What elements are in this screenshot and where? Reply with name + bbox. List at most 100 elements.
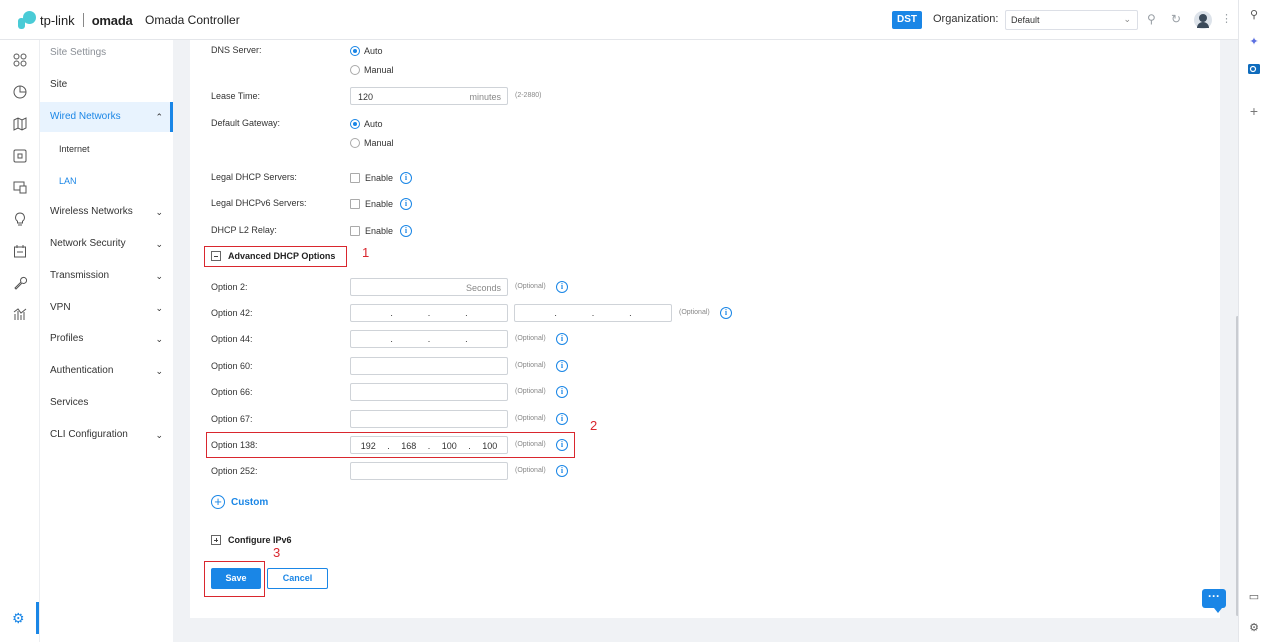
option-42-ip-input-1[interactable]: ... (350, 304, 508, 322)
reports-icon[interactable] (12, 307, 28, 323)
chevron-down-icon: ⌄ (155, 430, 163, 440)
radio-dot (350, 138, 360, 148)
clients-icon[interactable] (12, 180, 28, 196)
devices-icon[interactable] (12, 149, 28, 165)
info-icon[interactable]: i (556, 360, 568, 372)
copilot-icon[interactable]: ✦ (1248, 36, 1260, 48)
info-icon[interactable]: i (556, 333, 568, 345)
dst-badge: DST (892, 11, 922, 29)
product-text: omada (91, 12, 133, 28)
annotation-label-3: 3 (273, 545, 281, 560)
sidebar-item-vpn[interactable]: VPN ⌄ (40, 293, 173, 323)
tp-link-logo-mark (17, 10, 37, 30)
annotation-label-2: 2 (590, 418, 598, 433)
optional-hint: (Optional) (515, 415, 546, 422)
default-gateway-label: Default Gateway: (211, 118, 281, 128)
sidebar-item-network-security[interactable]: Network Security ⌄ (40, 229, 173, 259)
default-gateway-manual-radio[interactable]: Manual (350, 138, 394, 148)
optional-hint: (Optional) (515, 467, 546, 474)
user-avatar[interactable] (1194, 11, 1212, 29)
sidebar-item-profiles[interactable]: Profiles ⌄ (40, 324, 173, 354)
dashboard-icon[interactable] (12, 53, 28, 69)
option-67-input[interactable] (350, 410, 508, 428)
chevron-up-icon: ⌃ (155, 112, 163, 122)
info-icon[interactable]: i (400, 225, 412, 237)
log-icon[interactable] (12, 244, 28, 260)
default-gateway-auto-radio[interactable]: Auto (350, 119, 383, 129)
chevron-down-icon: ⌄ (155, 334, 163, 344)
info-icon[interactable]: i (400, 198, 412, 210)
sidebar-item-wireless-networks[interactable]: Wireless Networks ⌄ (40, 197, 173, 227)
sidebar-item-internet[interactable]: Internet (40, 134, 173, 164)
option-252-input[interactable] (350, 462, 508, 480)
app-title: Omada Controller (145, 13, 240, 27)
info-icon[interactable]: i (556, 386, 568, 398)
option-42-label: Option 42: (211, 308, 253, 318)
info-icon[interactable]: i (556, 413, 568, 425)
sidebar-item-services[interactable]: Services (40, 388, 173, 418)
option-2-input[interactable]: Seconds (350, 278, 508, 296)
sidebar-item-transmission[interactable]: Transmission ⌄ (40, 261, 173, 291)
search-icon[interactable]: ⚲ (1147, 12, 1156, 26)
active-indicator (36, 602, 39, 634)
search-icon[interactable]: ⚲ (1248, 9, 1260, 21)
add-icon[interactable]: + (1248, 104, 1260, 118)
settings-rail-item[interactable]: ⚙ (0, 602, 40, 634)
option-44-label: Option 44: (211, 334, 253, 344)
lease-time-input[interactable]: 120 minutes (350, 87, 508, 105)
option-67-label: Option 67: (211, 414, 253, 424)
map-icon[interactable] (12, 117, 28, 133)
screen-share-icon[interactable]: ▭ (1248, 591, 1260, 603)
organization-value: Default (1011, 15, 1040, 25)
option-66-input[interactable] (350, 383, 508, 401)
legal-dhcpv6-checkbox[interactable]: Enable (350, 199, 393, 209)
info-icon[interactable]: i (400, 172, 412, 184)
plus-circle-icon: + (211, 495, 225, 509)
radio-dot (350, 65, 360, 75)
info-icon[interactable]: i (556, 281, 568, 293)
statistics-icon[interactable] (12, 85, 28, 101)
dns-server-auto-radio[interactable]: Auto (350, 46, 383, 56)
dns-server-manual-radio[interactable]: Manual (350, 65, 394, 75)
add-custom-option-button[interactable]: + Custom (211, 495, 268, 509)
icon-rail: ⚙ (0, 40, 40, 642)
option-60-label: Option 60: (211, 361, 253, 371)
settings-icon[interactable]: ⚙ (1248, 622, 1260, 634)
dhcp-l2-relay-checkbox[interactable]: Enable (350, 226, 393, 236)
option-2-label: Option 2: (211, 282, 248, 292)
outlook-icon[interactable] (1248, 63, 1260, 75)
sidebar-item-wired-networks[interactable]: Wired Networks ⌃ (40, 102, 173, 132)
optional-hint: (Optional) (515, 335, 546, 342)
tools-icon[interactable] (12, 276, 28, 292)
radio-dot (350, 119, 360, 129)
browser-sidebar: ⚲ ✦ + ▭ ⚙ (1238, 0, 1268, 642)
option-42-ip-input-2[interactable]: ... (514, 304, 672, 322)
sidebar-item-authentication[interactable]: Authentication ⌄ (40, 356, 173, 386)
chevron-down-icon: ⌄ (155, 207, 163, 217)
annotation-box-3 (204, 561, 265, 597)
legal-dhcp-checkbox[interactable]: Enable (350, 173, 393, 183)
configure-ipv6-toggle[interactable]: Configure IPv6 (211, 535, 292, 545)
chevron-down-icon: ⌄ (155, 239, 163, 249)
option-60-input[interactable] (350, 357, 508, 375)
info-icon[interactable]: i (720, 307, 732, 319)
sidebar-item-lan[interactable]: LAN (40, 166, 173, 196)
cancel-button[interactable]: Cancel (267, 568, 328, 589)
lease-time-label: Lease Time: (211, 91, 261, 101)
info-icon[interactable]: i (556, 465, 568, 477)
sidebar-item-site[interactable]: Site (40, 70, 173, 100)
chat-support-icon[interactable]: ··· (1202, 589, 1226, 613)
insight-icon[interactable] (12, 212, 28, 228)
refresh-icon[interactable]: ↻ (1171, 12, 1181, 26)
option-44-ip-input[interactable]: ... (350, 330, 508, 348)
optional-hint: (Optional) (515, 388, 546, 395)
more-options-icon[interactable]: ⋮ (1221, 12, 1232, 25)
sidebar-item-cli-configuration[interactable]: CLI Configuration ⌄ (40, 420, 173, 450)
annotation-box-1 (204, 246, 347, 267)
top-bar: tp-link omada Omada Controller DST Organ… (0, 0, 1238, 40)
logo-divider (82, 13, 84, 27)
organization-select[interactable]: Default ⌄ (1005, 10, 1138, 30)
chevron-down-icon: ⌄ (155, 271, 163, 281)
menu-header: Site Settings (50, 47, 107, 58)
tp-link-logo[interactable]: tp-link omada (17, 10, 133, 30)
